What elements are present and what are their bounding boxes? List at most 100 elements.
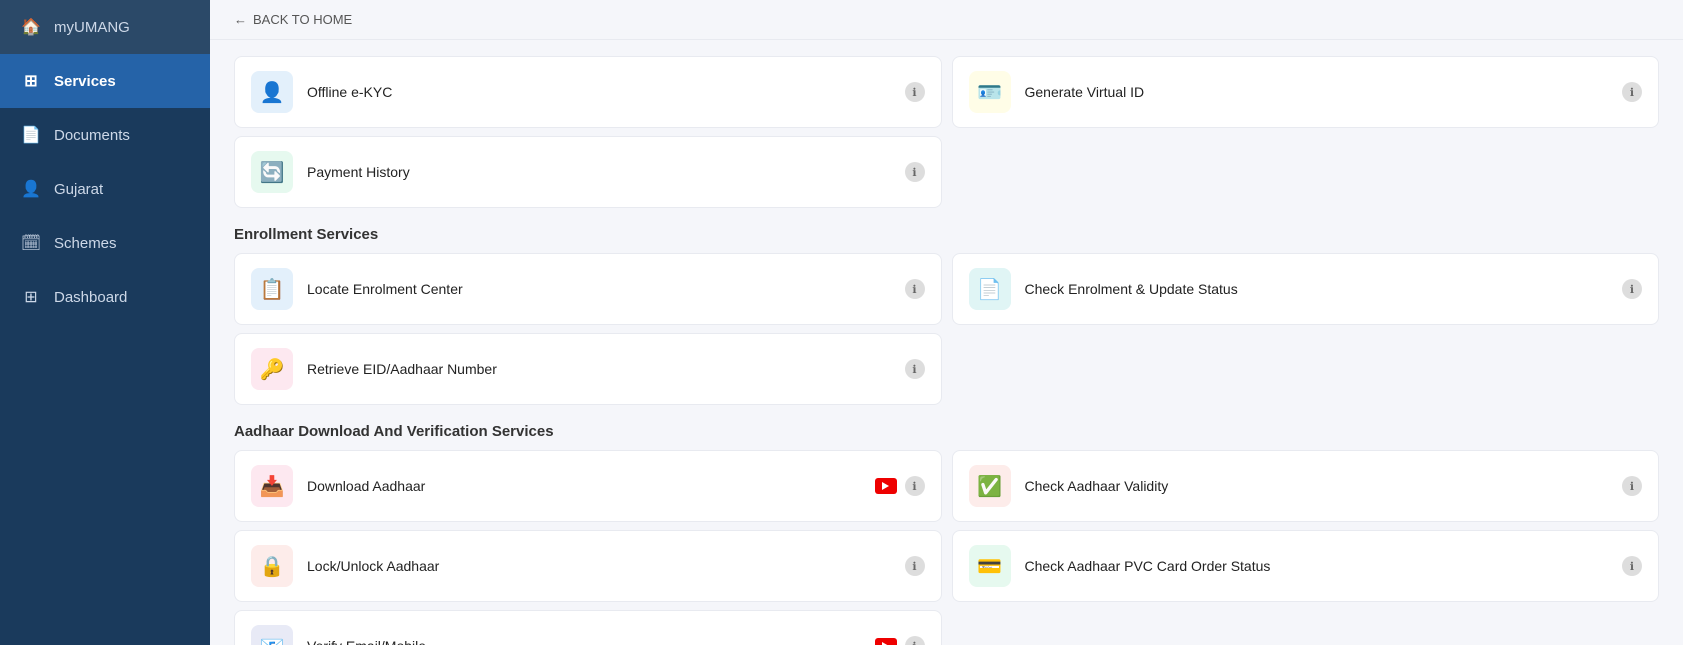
retrieve-eid-placeholder	[952, 333, 1660, 405]
sidebar-item-label: myUMANG	[54, 19, 130, 36]
sidebar-item-gujarat[interactable]: 👤 Gujarat	[0, 162, 210, 216]
sidebar-item-documents[interactable]: 📄 Documents	[0, 108, 210, 162]
retrieve-eid-row: 🔑 Retrieve EID/Aadhaar Number ℹ	[234, 333, 1659, 405]
retrieve-eid-actions: ℹ	[905, 359, 925, 379]
payment-history-label: Payment History	[307, 164, 891, 180]
sidebar-item-dashboard[interactable]: ⊞ Dashboard	[0, 270, 210, 324]
download-aadhaar-label: Download Aadhaar	[307, 478, 861, 494]
check-enrolment-label: Check Enrolment & Update Status	[1025, 281, 1609, 297]
offline-ekyc-actions: ℹ	[905, 82, 925, 102]
sidebar-item-label: Documents	[54, 127, 130, 144]
verify-email-mobile-icon: 📧	[260, 634, 285, 645]
download-aadhaar-info-btn[interactable]: ℹ	[905, 476, 925, 496]
verify-email-mobile-icon-wrap: 📧	[251, 625, 293, 645]
sidebar-item-services[interactable]: ⊞ Services	[0, 54, 210, 108]
grid-icon: ⊞	[20, 70, 42, 92]
aadhaar-download-heading: Aadhaar Download And Verification Servic…	[234, 423, 1659, 440]
aadhaar-download-grid: 📥 Download Aadhaar ℹ ✅ Check Aadhaar Val…	[234, 450, 1659, 522]
home-icon: 🏠	[20, 16, 42, 38]
back-button-label: BACK TO HOME	[253, 12, 352, 27]
service-card-payment-history[interactable]: 🔄 Payment History ℹ	[234, 136, 942, 208]
check-pvc-card-actions: ℹ	[1622, 556, 1642, 576]
payment-history-icon-wrap: 🔄	[251, 151, 293, 193]
service-card-lock-unlock-aadhaar[interactable]: 🔒 Lock/Unlock Aadhaar ℹ	[234, 530, 942, 602]
service-card-check-aadhaar-validity[interactable]: ✅ Check Aadhaar Validity ℹ	[952, 450, 1660, 522]
lock-unlock-aadhaar-icon-wrap: 🔒	[251, 545, 293, 587]
sidebar-item-label: Dashboard	[54, 289, 127, 306]
payment-history-actions: ℹ	[905, 162, 925, 182]
service-card-offline-ekyc[interactable]: 👤 Offline e-KYC ℹ	[234, 56, 942, 128]
sidebar-item-label: Gujarat	[54, 181, 103, 198]
lock-pvc-grid: 🔒 Lock/Unlock Aadhaar ℹ 💳 Check Aadhaar …	[234, 530, 1659, 602]
payment-history-placeholder	[952, 136, 1660, 208]
payment-history-info-btn[interactable]: ℹ	[905, 162, 925, 182]
sidebar: 🏠 myUMANG ⊞ Services 📄 Documents 👤 Gujar…	[0, 0, 210, 645]
back-bar: ← BACK TO HOME	[210, 0, 1683, 40]
check-pvc-card-label: Check Aadhaar PVC Card Order Status	[1025, 558, 1609, 574]
offline-ekyc-icon-wrap: 👤	[251, 71, 293, 113]
download-aadhaar-youtube-btn[interactable]	[875, 478, 897, 494]
check-aadhaar-validity-label: Check Aadhaar Validity	[1025, 478, 1609, 494]
download-aadhaar-icon-wrap: 📥	[251, 465, 293, 507]
generate-virtual-id-info-btn[interactable]: ℹ	[1622, 82, 1642, 102]
locate-enrolment-icon-wrap: 📋	[251, 268, 293, 310]
retrieve-eid-icon: 🔑	[260, 357, 285, 382]
locate-enrolment-info-btn[interactable]: ℹ	[905, 279, 925, 299]
check-pvc-card-icon: 💳	[977, 554, 1002, 579]
check-aadhaar-validity-icon: ✅	[977, 474, 1002, 499]
verify-email-mobile-actions: ℹ	[875, 636, 925, 645]
download-aadhaar-actions: ℹ	[875, 476, 925, 496]
payment-history-row: 🔄 Payment History ℹ	[234, 136, 1659, 208]
schemes-icon: 🗓	[20, 232, 42, 254]
service-card-download-aadhaar[interactable]: 📥 Download Aadhaar ℹ	[234, 450, 942, 522]
sidebar-item-myumang[interactable]: 🏠 myUMANG	[0, 0, 210, 54]
lock-unlock-aadhaar-info-btn[interactable]: ℹ	[905, 556, 925, 576]
check-enrolment-icon: 📄	[977, 277, 1002, 302]
check-enrolment-info-btn[interactable]: ℹ	[1622, 279, 1642, 299]
enrollment-services-grid: 📋 Locate Enrolment Center ℹ 📄 Check Enro…	[234, 253, 1659, 325]
person-icon: 👤	[20, 178, 42, 200]
verify-email-mobile-youtube-btn[interactable]	[875, 638, 897, 645]
service-card-generate-virtual-id[interactable]: 🪪 Generate Virtual ID ℹ	[952, 56, 1660, 128]
lock-unlock-aadhaar-label: Lock/Unlock Aadhaar	[307, 558, 891, 574]
back-to-home-button[interactable]: ← BACK TO HOME	[234, 12, 352, 27]
generate-virtual-id-icon-wrap: 🪪	[969, 71, 1011, 113]
download-aadhaar-icon: 📥	[260, 474, 285, 499]
dashboard-icon: ⊞	[20, 286, 42, 308]
locate-enrolment-actions: ℹ	[905, 279, 925, 299]
general-services-grid: 👤 Offline e-KYC ℹ 🪪 Generate Virtual ID …	[234, 56, 1659, 128]
offline-ekyc-info-btn[interactable]: ℹ	[905, 82, 925, 102]
services-content: 👤 Offline e-KYC ℹ 🪪 Generate Virtual ID …	[210, 40, 1683, 645]
generate-virtual-id-actions: ℹ	[1622, 82, 1642, 102]
check-enrolment-actions: ℹ	[1622, 279, 1642, 299]
sidebar-item-schemes[interactable]: 🗓 Schemes	[0, 216, 210, 270]
enrollment-services-heading: Enrollment Services	[234, 226, 1659, 243]
check-enrolment-icon-wrap: 📄	[969, 268, 1011, 310]
verify-email-mobile-label: Verify Email/Mobile	[307, 638, 861, 645]
retrieve-eid-icon-wrap: 🔑	[251, 348, 293, 390]
retrieve-eid-label: Retrieve EID/Aadhaar Number	[307, 361, 891, 377]
verify-email-row: 📧 Verify Email/Mobile ℹ	[234, 610, 1659, 645]
check-pvc-card-icon-wrap: 💳	[969, 545, 1011, 587]
offline-ekyc-label: Offline e-KYC	[307, 84, 891, 100]
service-card-locate-enrolment[interactable]: 📋 Locate Enrolment Center ℹ	[234, 253, 942, 325]
check-aadhaar-validity-info-btn[interactable]: ℹ	[1622, 476, 1642, 496]
offline-ekyc-icon: 👤	[260, 80, 285, 105]
check-pvc-card-info-btn[interactable]: ℹ	[1622, 556, 1642, 576]
locate-enrolment-label: Locate Enrolment Center	[307, 281, 891, 297]
service-card-retrieve-eid[interactable]: 🔑 Retrieve EID/Aadhaar Number ℹ	[234, 333, 942, 405]
payment-history-icon: 🔄	[260, 160, 285, 185]
generate-virtual-id-icon: 🪪	[977, 80, 1002, 105]
check-aadhaar-validity-icon-wrap: ✅	[969, 465, 1011, 507]
lock-unlock-aadhaar-icon: 🔒	[260, 554, 285, 579]
verify-email-mobile-info-btn[interactable]: ℹ	[905, 636, 925, 645]
service-card-check-enrolment[interactable]: 📄 Check Enrolment & Update Status ℹ	[952, 253, 1660, 325]
sidebar-item-label: Schemes	[54, 235, 117, 252]
main-content: ← BACK TO HOME 👤 Offline e-KYC ℹ 🪪	[210, 0, 1683, 645]
check-aadhaar-validity-actions: ℹ	[1622, 476, 1642, 496]
service-card-verify-email-mobile[interactable]: 📧 Verify Email/Mobile ℹ	[234, 610, 942, 645]
lock-unlock-aadhaar-actions: ℹ	[905, 556, 925, 576]
retrieve-eid-info-btn[interactable]: ℹ	[905, 359, 925, 379]
generate-virtual-id-label: Generate Virtual ID	[1025, 84, 1609, 100]
service-card-check-pvc-card[interactable]: 💳 Check Aadhaar PVC Card Order Status ℹ	[952, 530, 1660, 602]
